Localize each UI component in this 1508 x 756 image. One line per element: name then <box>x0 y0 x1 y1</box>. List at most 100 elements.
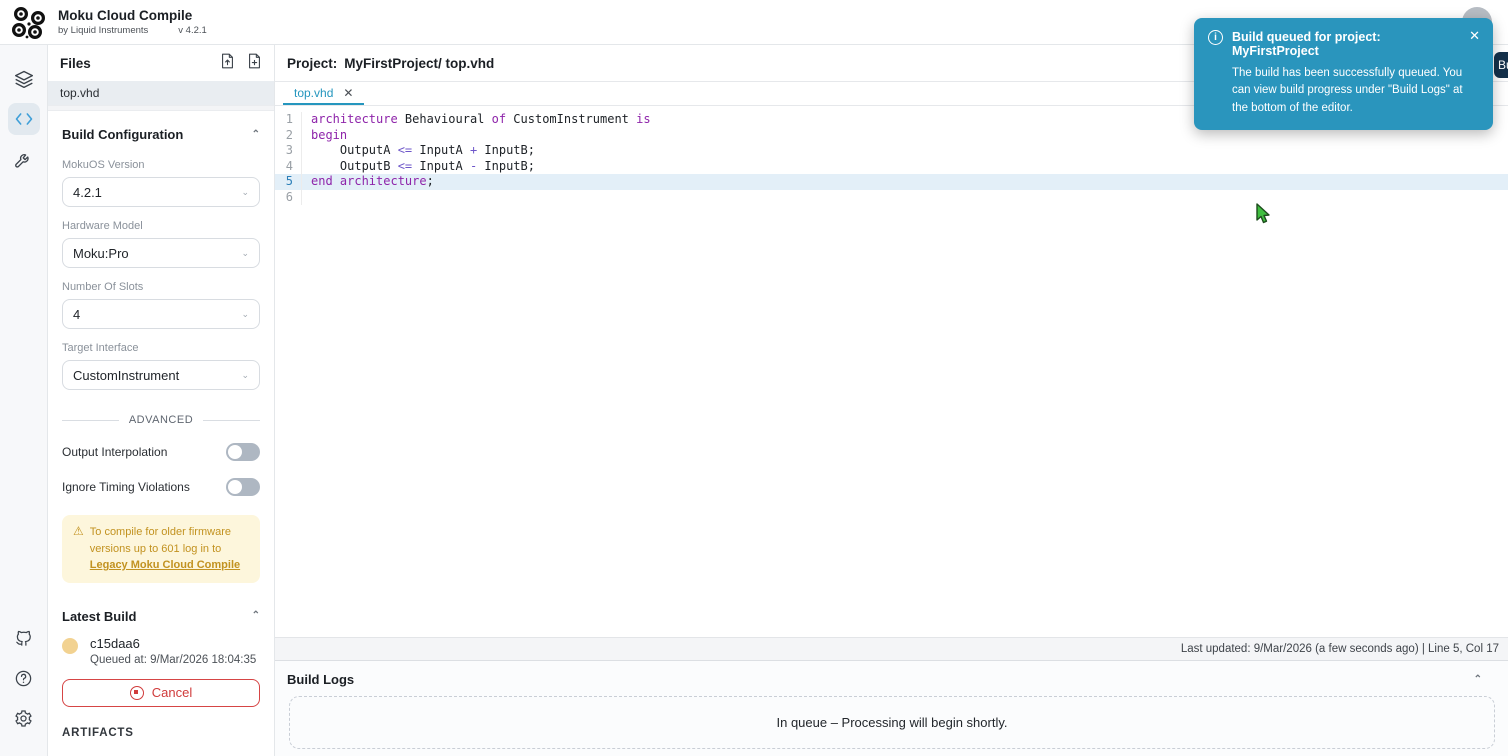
chevron-down-icon: ⌄ <box>241 308 249 319</box>
line-number: 1 <box>275 112 302 128</box>
build-logs-box: In queue – Processing will begin shortly… <box>289 696 1495 749</box>
code-text: end architecture; <box>311 174 434 188</box>
github-icon[interactable] <box>8 622 40 654</box>
field-label-mokuos-version: MokuOS Version <box>62 159 145 171</box>
warning-icon: ⚠ <box>73 524 84 538</box>
build-queued-at: Queued at: 9/Mar/2026 18:04:35 <box>90 653 257 666</box>
toast-title: Build queued for project: MyFirstProject <box>1232 30 1381 58</box>
tab-close-icon[interactable]: ✕ <box>343 86 353 100</box>
field-label-number-of-slots: Number Of Slots <box>62 281 144 293</box>
build-hash: c15daa6 <box>90 635 140 651</box>
build-logs-message: In queue – Processing will begin shortly… <box>776 715 1008 730</box>
warning-text: To compile for older firmware versions u… <box>89 526 231 555</box>
code-line-6[interactable]: 6 <box>275 189 1508 206</box>
info-icon: i <box>1208 30 1223 45</box>
app-window: Moku Cloud Compile by Liquid Instruments… <box>0 0 1508 756</box>
legacy-warning: ⚠ To compile for older firmware versions… <box>62 515 260 583</box>
select-value: 4.2.1 <box>73 184 102 200</box>
select-value: CustomInstrument <box>73 367 180 383</box>
advanced-label: ADVANCED <box>128 414 194 426</box>
app-version: v 4.2.1 <box>178 25 207 36</box>
line-number: 5 <box>275 174 302 190</box>
chevron-up-icon[interactable]: ⌃ <box>252 129 260 140</box>
chevron-down-icon: ⌄ <box>241 369 249 380</box>
code-line-3[interactable]: 3 OutputA <= InputA + InputB; <box>275 143 1508 159</box>
line-number: 2 <box>275 127 302 143</box>
toast-notification: i Build queued for project: MyFirstProje… <box>1194 18 1493 130</box>
build-button-label: Build <box>1498 58 1508 72</box>
select-value: 4 <box>73 306 81 322</box>
settings-icon[interactable] <box>8 702 40 734</box>
new-file-icon[interactable] <box>247 53 262 74</box>
select-hardware-model[interactable]: Moku:Pro ⌄ <box>62 238 260 268</box>
toast-close-icon[interactable]: ✕ <box>1469 29 1480 42</box>
build-config-title: Build Configuration <box>62 127 184 142</box>
latest-build-row: c15daa6 Queued at: 9/Mar/2026 18:04:35 <box>48 628 274 666</box>
code-line-4[interactable]: 4 OutputB <= InputA - InputB; <box>275 158 1508 174</box>
toggle-label: Output Interpolation <box>62 445 168 459</box>
app-byline: by Liquid Instruments <box>58 25 149 36</box>
toggle-label: Ignore Timing Violations <box>62 480 190 494</box>
editor-column: Project: MyFirstProject/ top.vhd top.vhd… <box>275 45 1508 756</box>
help-icon[interactable] <box>8 662 40 694</box>
select-number-of-slots[interactable]: 4 ⌄ <box>62 299 260 329</box>
select-target-interface[interactable]: CustomInstrument ⌄ <box>62 360 260 390</box>
build-logs-title: Build Logs <box>287 672 355 687</box>
editor-status-bar: Last updated: 9/Mar/2026 (a few seconds … <box>275 637 1508 660</box>
select-value: Moku:Pro <box>73 245 129 261</box>
toggle-switch-output-interpolation[interactable] <box>226 443 260 461</box>
layers-icon[interactable] <box>8 63 40 95</box>
code-line-5[interactable]: 5 end architecture; <box>275 174 1508 190</box>
project-path: MyFirstProject/ top.vhd <box>344 55 495 71</box>
wrench-icon[interactable] <box>8 143 40 175</box>
app-title-block: Moku Cloud Compile by Liquid Instruments… <box>58 8 207 36</box>
advanced-divider: ADVANCED <box>62 414 260 426</box>
code-text: architecture Behavioural of CustomInstru… <box>311 112 651 126</box>
chevron-up-icon[interactable]: ⌃ <box>1474 674 1482 685</box>
code-area[interactable]: 1 architecture Behavioural of CustomInstr… <box>275 106 1508 637</box>
field-label-target-interface: Target Interface <box>62 342 139 354</box>
chevron-down-icon: ⌄ <box>241 247 249 258</box>
tab-label: top.vhd <box>294 85 334 100</box>
toggle-row-ignore-timing-violations: Ignore Timing Violations <box>62 478 260 496</box>
line-number: 6 <box>275 189 302 205</box>
code-editor-icon[interactable] <box>7 103 40 135</box>
project-label: Project: <box>287 55 338 71</box>
toggle-row-output-interpolation: Output Interpolation <box>62 443 260 461</box>
advanced-toggles: Output Interpolation Ignore Timing Violat… <box>48 426 274 496</box>
status-text: Last updated: 9/Mar/2026 (a few seconds … <box>1180 643 1499 655</box>
legacy-compile-link[interactable]: Legacy Moku Cloud Compile <box>90 559 240 571</box>
app-title: Moku Cloud Compile <box>58 8 193 23</box>
code-text: begin <box>311 127 348 142</box>
side-panel: Files top.vhd Build Configuration ⌃ Moku… <box>48 45 275 756</box>
files-list: top.vhd <box>48 81 274 105</box>
artifacts-header: ARTIFACTS <box>62 726 134 739</box>
files-header: Files <box>48 45 274 81</box>
line-number: 3 <box>275 143 302 159</box>
chevron-down-icon: ⌄ <box>241 186 249 197</box>
build-logs-panel: Build Logs ⌃ In queue – Processing will … <box>275 660 1508 756</box>
select-mokuos-version[interactable]: 4.2.1 ⌄ <box>62 177 260 207</box>
build-button-partial[interactable]: Build <box>1494 52 1508 78</box>
code-line-2[interactable]: 2 begin <box>275 127 1508 143</box>
file-item-top-vhd[interactable]: top.vhd <box>48 81 274 105</box>
latest-build-title: Latest Build <box>62 608 137 624</box>
build-config-header[interactable]: Build Configuration ⌃ <box>48 111 274 146</box>
icon-rail <box>0 45 48 756</box>
code-text: OutputB <= InputA - InputB; <box>311 158 535 173</box>
field-label-hardware-model: Hardware Model <box>62 220 143 232</box>
upload-file-icon[interactable] <box>220 53 235 74</box>
chevron-up-icon[interactable]: ⌃ <box>252 611 260 621</box>
files-title: Files <box>60 55 91 71</box>
build-status-dot <box>62 637 78 654</box>
cancel-build-button[interactable]: Cancel <box>62 678 260 707</box>
latest-build-header[interactable]: Latest Build ⌃ <box>48 583 274 628</box>
toggle-switch-ignore-timing-violations[interactable] <box>226 478 260 496</box>
moku-logo-icon <box>11 6 46 39</box>
line-number: 4 <box>275 158 302 174</box>
config-fields: MokuOS Version 4.2.1 ⌄ Hardware Model Moku:P… <box>48 146 274 390</box>
toast-body: The build has been successfully queued. … <box>1232 67 1463 114</box>
tab-top-vhd[interactable]: top.vhd ✕ <box>283 82 365 105</box>
code-text: OutputA <= InputA + InputB; <box>311 143 535 157</box>
